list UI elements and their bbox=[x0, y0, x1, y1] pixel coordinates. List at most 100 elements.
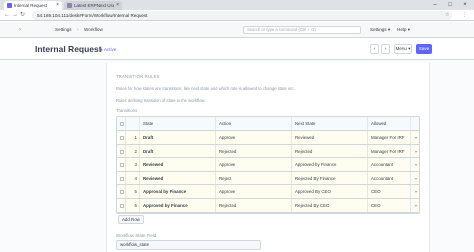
cell-action[interactable]: Approve bbox=[216, 185, 292, 198]
column-header-action: Action bbox=[216, 117, 292, 130]
cell-allowed[interactable]: Manager For IRF bbox=[368, 131, 411, 144]
cell-action[interactable]: Rejected bbox=[216, 198, 292, 212]
status-text: Active bbox=[103, 47, 117, 52]
forward-icon[interactable]: → bbox=[12, 11, 18, 20]
chevron-right-icon: › bbox=[77, 27, 79, 33]
row-edit-caret-icon[interactable]: ▾ bbox=[411, 158, 421, 171]
row-checkbox[interactable] bbox=[117, 158, 126, 171]
save-button[interactable]: Save bbox=[416, 44, 432, 54]
favicon-icon bbox=[67, 3, 72, 8]
browser-tabstrip: Internal Request × Latest ERPNext User F… bbox=[0, 0, 474, 10]
row-checkbox[interactable] bbox=[117, 131, 126, 144]
transitions-label: Transitions bbox=[116, 108, 138, 113]
cell-action[interactable]: Approve bbox=[216, 131, 292, 144]
row-number: 6 bbox=[126, 198, 140, 212]
settings-label: Settings bbox=[370, 27, 387, 32]
row-edit-caret-icon[interactable]: ▾ bbox=[411, 145, 421, 158]
cell-next-state[interactable]: Rejected By Finance bbox=[292, 171, 368, 185]
cell-state[interactable]: Draft bbox=[140, 131, 216, 144]
cell-state[interactable]: Draft bbox=[140, 144, 216, 158]
table-row[interactable]: 2 Draft Rejected Rejected Manager For IRF ▾ bbox=[117, 144, 421, 159]
cell-state[interactable]: Reviewed bbox=[140, 171, 216, 185]
back-icon[interactable]: ← bbox=[4, 11, 10, 20]
browser-tab[interactable]: Latest ERPNext User Fo × bbox=[64, 1, 122, 10]
help-menu[interactable]: Help ▾ bbox=[397, 26, 410, 34]
grid-body: 1 Draft Approve Reviewed Manager For IRF ▾ 2 Dr… bbox=[117, 131, 419, 213]
select-all-checkbox[interactable] bbox=[117, 117, 126, 130]
column-header-allowed: Allowed bbox=[368, 117, 411, 130]
checkbox-icon bbox=[120, 149, 124, 154]
url-input[interactable]: 54.169.104.111/desk#Form/Workflow/Intern… bbox=[32, 11, 452, 20]
cell-action[interactable]: Reject bbox=[216, 171, 292, 185]
breadcrumb-settings[interactable]: Settings bbox=[55, 26, 72, 34]
cell-allowed[interactable]: CEO bbox=[368, 185, 411, 198]
settings-menu[interactable]: Settings ▾ bbox=[370, 26, 390, 34]
cell-allowed[interactable]: CEO bbox=[368, 198, 411, 212]
cell-next-state[interactable]: Rejected By CEO bbox=[292, 198, 368, 212]
next-doc-button[interactable]: › bbox=[381, 44, 390, 54]
section-description: Rules for how states are transitions, li… bbox=[116, 86, 295, 91]
favicon-icon bbox=[7, 3, 12, 8]
cell-action[interactable]: Approve bbox=[216, 158, 292, 171]
checkbox-icon bbox=[120, 190, 124, 195]
row-edit-caret-icon[interactable]: ▾ bbox=[411, 172, 421, 185]
row-checkbox[interactable] bbox=[117, 185, 126, 198]
checkbox-icon bbox=[120, 136, 124, 140]
row-number-header bbox=[126, 117, 140, 130]
cell-allowed[interactable]: Manager For IRF bbox=[368, 144, 411, 158]
table-row[interactable]: 6 Approved by Finance Rejected Rejected By … bbox=[117, 198, 421, 213]
table-row[interactable]: 1 Draft Approve Reviewed Manager For IRF ▾ bbox=[117, 131, 419, 145]
checkbox-icon bbox=[120, 203, 124, 208]
page-title: Internal Request bbox=[35, 44, 102, 54]
cell-next-state[interactable]: Rejected bbox=[292, 144, 368, 158]
cell-allowed[interactable]: Accountant bbox=[368, 171, 411, 185]
column-header-next-state: Next State bbox=[292, 117, 368, 130]
section-heading: TRANSITION RULES bbox=[116, 74, 160, 79]
menu-button[interactable]: Menu ▾ bbox=[394, 44, 412, 54]
grid-description: Rules defining transition of state in th… bbox=[116, 98, 206, 103]
cell-action[interactable]: Rejected bbox=[216, 144, 292, 158]
address-bar: ← → ↻ 54.169.104.111/desk#Form/Workflow/… bbox=[0, 10, 474, 21]
help-label: Help bbox=[397, 27, 407, 32]
cell-next-state[interactable]: Approved by Finance bbox=[292, 158, 368, 171]
maximize-icon[interactable]: □ bbox=[443, 0, 457, 10]
minimize-icon[interactable]: – bbox=[428, 0, 442, 10]
table-row[interactable]: 3 Reviewed Approve Approved by Finance Accou… bbox=[117, 158, 419, 172]
row-checkbox[interactable] bbox=[117, 144, 126, 158]
close-icon[interactable]: × bbox=[56, 1, 59, 10]
cell-state[interactable]: Reviewed bbox=[140, 158, 216, 171]
prev-doc-button[interactable]: ‹ bbox=[370, 44, 379, 54]
status-indicator: ● Active bbox=[100, 47, 117, 52]
breadcrumb-workflow[interactable]: Workflow bbox=[84, 26, 103, 34]
column-header-state: State bbox=[140, 117, 216, 130]
add-row-button[interactable]: Add Row bbox=[118, 215, 144, 224]
star-icon[interactable]: ☆ bbox=[445, 11, 449, 20]
table-row[interactable]: 5 Approval by Finance Approve Approved By C… bbox=[117, 185, 419, 199]
window-close-icon[interactable]: × bbox=[458, 0, 472, 10]
close-icon[interactable]: × bbox=[116, 1, 119, 10]
reload-icon[interactable]: ↻ bbox=[20, 11, 25, 20]
row-checkbox[interactable] bbox=[117, 198, 126, 212]
menu-dots-icon[interactable]: ⋮ bbox=[462, 11, 467, 20]
tab-title: Latest ERPNext User Fo bbox=[74, 3, 114, 8]
browser-tab-active[interactable]: Internal Request × bbox=[4, 1, 62, 10]
search-input[interactable]: Search or type a command (Ctrl + G) bbox=[243, 26, 361, 34]
app-logo-icon[interactable]: › bbox=[19, 27, 21, 33]
workflow-state-field-input[interactable]: workflow_state bbox=[116, 240, 261, 250]
row-number: 5 bbox=[126, 185, 140, 198]
app-navbar: › Settings › Workflow Search or type a c… bbox=[0, 22, 474, 38]
cell-state[interactable]: Approved by Finance bbox=[140, 198, 216, 212]
cell-state[interactable]: Approval by Finance bbox=[140, 185, 216, 198]
cell-next-state[interactable]: Reviewed bbox=[292, 131, 368, 144]
row-checkbox[interactable] bbox=[117, 171, 126, 185]
row-number: 1 bbox=[126, 131, 140, 144]
page-head: Internal Request ● Active ‹ › Menu ▾ Sav… bbox=[0, 38, 474, 60]
table-row[interactable]: 4 Reviewed Reject Rejected By Finance Accoun… bbox=[117, 171, 421, 186]
row-edit-caret-icon[interactable]: ▾ bbox=[411, 131, 421, 144]
row-edit-caret-icon[interactable]: ▾ bbox=[411, 199, 421, 212]
cell-next-state[interactable]: Approved By CEO bbox=[292, 185, 368, 198]
row-edit-caret-icon[interactable]: ▾ bbox=[411, 185, 421, 198]
cell-allowed[interactable]: Accountant bbox=[368, 158, 411, 171]
tab-title: Internal Request bbox=[14, 3, 48, 8]
header-spacer bbox=[411, 117, 421, 130]
